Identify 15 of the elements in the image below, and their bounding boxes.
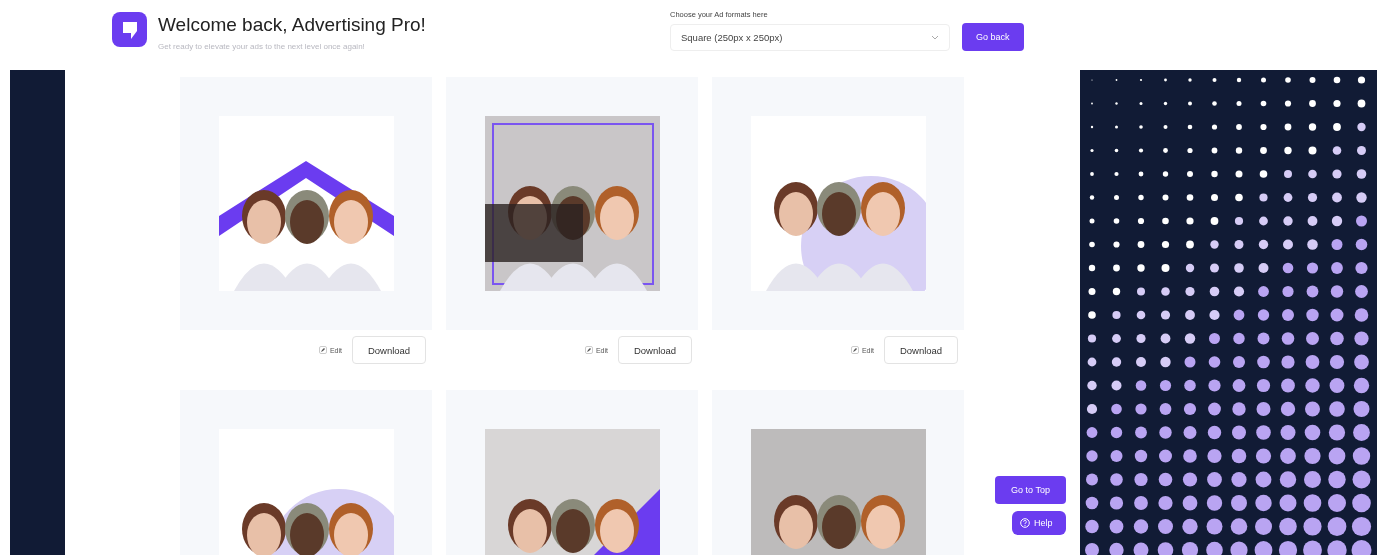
download-button[interactable]: Download (884, 336, 958, 364)
format-dropdown[interactable]: Square (250px x 250px) (670, 23, 950, 51)
pencil-icon (584, 346, 593, 354)
pencil-icon (318, 346, 327, 354)
page-title: Welcome back, Advertising Pro! (158, 14, 426, 36)
page-subtitle: Get ready to elevate your ads to the next level once again! (158, 42, 366, 51)
chevron-down-icon (931, 34, 939, 40)
help-icon (1020, 518, 1030, 528)
go-back-button[interactable]: Go back (962, 23, 1024, 51)
help-button[interactable]: Help (1012, 511, 1066, 535)
download-button[interactable]: Download (618, 336, 692, 364)
download-button[interactable]: Download (352, 336, 426, 364)
pencil-icon (850, 346, 859, 354)
logo-icon (112, 12, 147, 47)
go-to-top-button[interactable]: Go to Top (995, 476, 1066, 504)
